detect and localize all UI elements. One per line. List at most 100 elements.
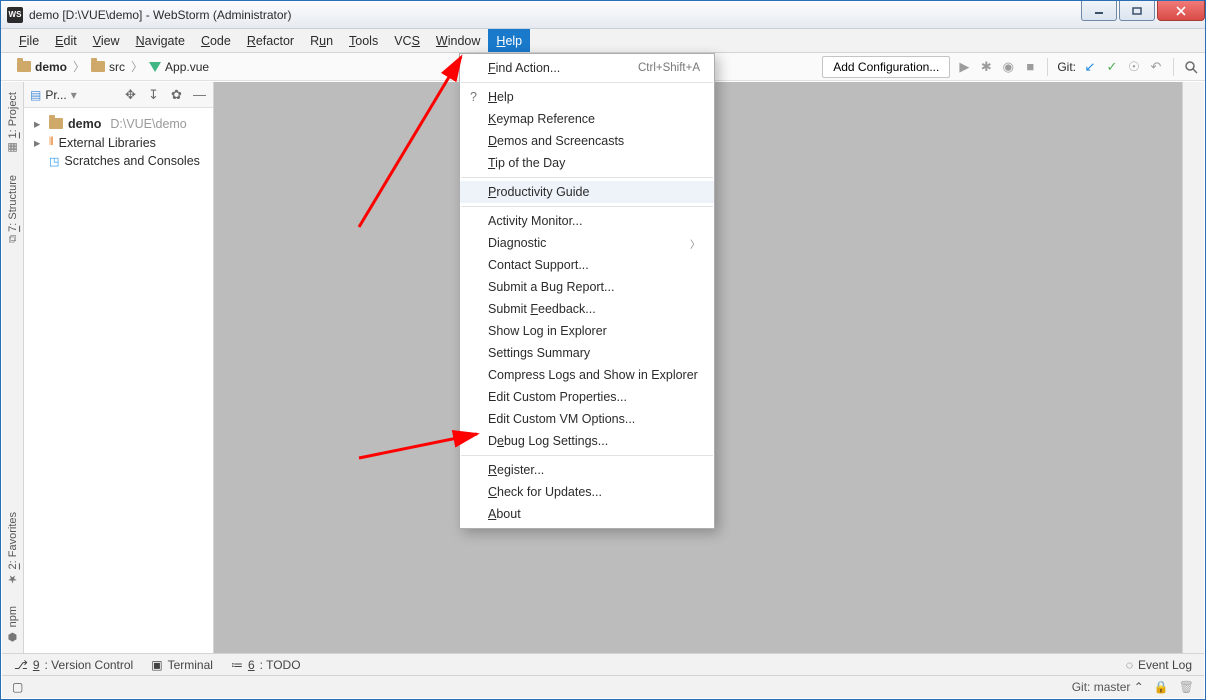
help-question-icon: ?	[470, 90, 477, 104]
toolwindow-structure-tab[interactable]: ⧉ 7: Structure	[7, 169, 19, 249]
git-revert-icon[interactable]: ↶	[1148, 59, 1164, 75]
menu-keymap-reference[interactable]: Keymap Reference	[460, 108, 714, 130]
stop-icon[interactable]: ■	[1022, 59, 1038, 75]
git-update-icon[interactable]: ↙	[1082, 59, 1098, 75]
git-branch-widget[interactable]: Git: master ⌃	[1072, 680, 1144, 694]
lock-icon[interactable]: 🔒	[1154, 680, 1169, 694]
vue-file-icon	[149, 62, 161, 72]
left-tool-rail: ▦ 1: Project ⧉ 7: Structure ★ 2: Favorit…	[2, 82, 24, 653]
add-configuration-button[interactable]: Add Configuration...	[822, 56, 950, 78]
menu-navigate[interactable]: Navigate	[128, 29, 193, 52]
collapse-all-icon[interactable]: ↧	[146, 87, 161, 103]
folder-icon	[49, 118, 63, 129]
breadcrumb: demo 〉 src 〉 App.vue	[13, 58, 213, 76]
menu-demos-screencasts[interactable]: Demos and Screencasts	[460, 130, 714, 152]
menu-window[interactable]: Window	[428, 29, 488, 52]
scratches-icon: ◳	[49, 155, 59, 168]
menu-separator	[461, 177, 713, 178]
menu-edit-custom-properties[interactable]: Edit Custom Properties...	[460, 386, 714, 408]
toolwindow-favorites-tab[interactable]: ★ 2: Favorites	[6, 506, 19, 592]
menu-show-log[interactable]: Show Log in Explorer	[460, 320, 714, 342]
folder-icon	[91, 61, 105, 72]
trash-icon[interactable]: 🗑	[1179, 680, 1194, 694]
project-panel-title[interactable]: Pr...	[45, 88, 66, 102]
menu-check-for-updates[interactable]: Check for Updates...	[460, 481, 714, 503]
window-minimize-button[interactable]	[1081, 1, 1117, 21]
toolwindow-todo-tab[interactable]: ≔ 6: TODO	[231, 658, 301, 672]
menu-find-action[interactable]: Find Action... Ctrl+Shift+A	[460, 57, 714, 79]
window-title: demo [D:\VUE\demo] - WebStorm (Administr…	[29, 8, 292, 22]
breadcrumb-root[interactable]: demo	[13, 58, 71, 76]
git-label: Git:	[1057, 60, 1076, 74]
menu-refactor[interactable]: Refactor	[239, 29, 302, 52]
menu-compress-logs[interactable]: Compress Logs and Show in Explorer	[460, 364, 714, 386]
menu-tools[interactable]: Tools	[341, 29, 386, 52]
status-toggle-icon[interactable]: ▢	[12, 680, 23, 694]
window-maximize-button[interactable]	[1119, 1, 1155, 21]
debug-icon[interactable]: ✱	[978, 59, 994, 75]
menu-run[interactable]: Run	[302, 29, 341, 52]
menu-about[interactable]: About	[460, 503, 714, 525]
toolwindow-npm-tab[interactable]: ⬢ npm	[6, 600, 19, 649]
breadcrumb-file[interactable]: App.vue	[145, 58, 213, 76]
help-menu-dropdown: Find Action... Ctrl+Shift+A ?Help Keymap…	[459, 53, 715, 529]
tree-row-scratches[interactable]: ◳ Scratches and Consoles	[34, 152, 209, 170]
library-icon: ⫴	[49, 136, 54, 149]
menu-code[interactable]: Code	[193, 29, 239, 52]
menu-help[interactable]: Help	[488, 29, 530, 52]
search-everywhere-icon[interactable]	[1183, 59, 1199, 75]
toolwindow-version-control-tab[interactable]: ⎇ 9: Version Control	[14, 658, 133, 672]
app-window: WS demo [D:\VUE\demo] - WebStorm (Admini…	[0, 0, 1206, 700]
breadcrumb-src[interactable]: src	[87, 58, 129, 76]
window-close-button[interactable]	[1157, 1, 1205, 21]
menu-vcs[interactable]: VCS	[386, 29, 428, 52]
project-panel-header: ▤ Pr... ▾ ✥ ↧ ✿ —	[24, 82, 213, 108]
expand-arrow-icon[interactable]: ▸	[34, 135, 44, 150]
right-tool-rail	[1182, 82, 1204, 653]
expand-arrow-icon[interactable]: ▸	[34, 116, 44, 131]
menu-file[interactable]: File	[11, 29, 47, 52]
toolbar-separator	[1047, 58, 1048, 76]
coverage-icon[interactable]: ◉	[1000, 59, 1016, 75]
toolwindow-project-tab[interactable]: ▦ 1: Project	[6, 86, 19, 161]
project-view-icon: ▤	[30, 88, 41, 102]
chevron-right-icon: 〉	[690, 236, 700, 251]
menubar: File Edit View Navigate Code Refactor Ru…	[1, 29, 1205, 53]
menu-edit-custom-vm[interactable]: Edit Custom VM Options...	[460, 408, 714, 430]
menu-edit[interactable]: Edit	[47, 29, 85, 52]
menu-help-item[interactable]: ?Help	[460, 86, 714, 108]
run-icon[interactable]: ▶	[956, 59, 972, 75]
menu-register[interactable]: Register...	[460, 459, 714, 481]
toolwindow-terminal-tab[interactable]: ▣ Terminal	[151, 658, 213, 672]
menu-view[interactable]: View	[85, 29, 128, 52]
menu-submit-bug[interactable]: Submit a Bug Report...	[460, 276, 714, 298]
menu-separator	[461, 455, 713, 456]
bottom-tool-strip: ⎇ 9: Version Control ▣ Terminal ≔ 6: TOD…	[2, 653, 1204, 676]
chevron-down-icon[interactable]: ▾	[71, 88, 77, 102]
menu-activity-monitor[interactable]: Activity Monitor...	[460, 210, 714, 232]
tree-row-external-libraries[interactable]: ▸ ⫴ External Libraries	[34, 133, 209, 152]
select-opened-file-icon[interactable]: ✥	[123, 87, 138, 103]
git-commit-icon[interactable]: ✓	[1104, 59, 1120, 75]
menu-productivity-guide[interactable]: Productivity Guide	[460, 181, 714, 203]
menu-submit-feedback[interactable]: Submit Feedback...	[460, 298, 714, 320]
git-history-icon[interactable]: ☉	[1126, 59, 1142, 75]
menu-contact-support[interactable]: Contact Support...	[460, 254, 714, 276]
menu-settings-summary[interactable]: Settings Summary	[460, 342, 714, 364]
breadcrumb-separator-icon: 〉	[73, 58, 85, 75]
toolbar-separator	[1173, 58, 1174, 76]
tree-row-root[interactable]: ▸ demo D:\VUE\demo	[34, 114, 209, 133]
folder-icon	[17, 61, 31, 72]
app-icon: WS	[7, 7, 23, 23]
event-log-button[interactable]: ◌ Event Log	[1126, 658, 1192, 672]
menu-separator	[461, 206, 713, 207]
statusbar: ▢ Git: master ⌃ 🔒 🗑	[2, 676, 1204, 698]
project-tree[interactable]: ▸ demo D:\VUE\demo ▸ ⫴ External Librarie…	[24, 108, 213, 176]
panel-settings-icon[interactable]: ✿	[169, 87, 184, 103]
hide-panel-icon[interactable]: —	[192, 87, 207, 102]
breadcrumb-separator-icon: 〉	[131, 58, 143, 75]
menu-diagnostic[interactable]: Diagnostic〉	[460, 232, 714, 254]
menu-separator	[461, 82, 713, 83]
menu-tip-of-the-day[interactable]: Tip of the Day	[460, 152, 714, 174]
menu-debug-log-settings[interactable]: Debug Log Settings...	[460, 430, 714, 452]
